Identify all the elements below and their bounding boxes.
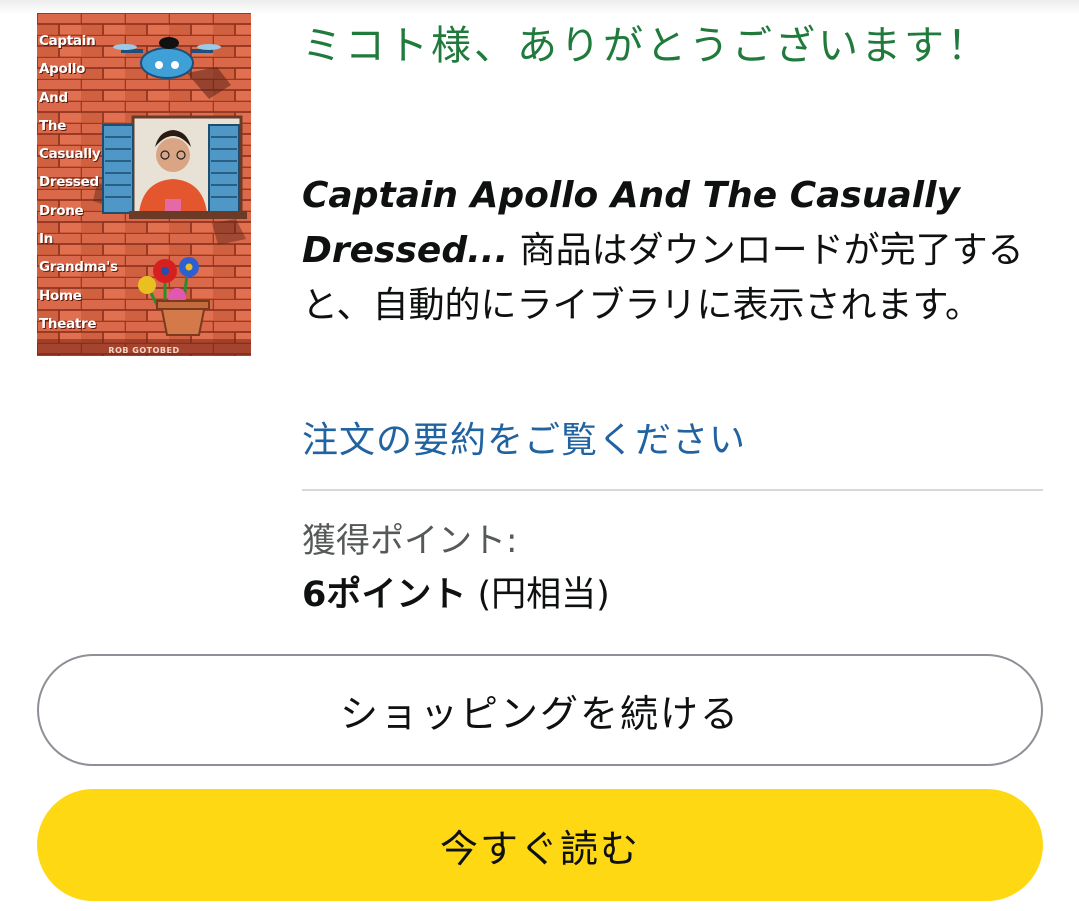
points-earned-value: 6ポイント (円相当): [302, 570, 610, 620]
read-now-label: 今すぐ読む: [439, 826, 640, 871]
cover-title-line: Grandma's: [39, 259, 118, 276]
cover-title-line: Casually: [39, 146, 101, 163]
cover-author: ROB GOTOBED: [108, 346, 180, 355]
book-cover-image[interactable]: Captain Apollo And The Casually Dressed …: [37, 13, 251, 356]
window-drawing: [102, 115, 247, 219]
section-divider: [302, 489, 1043, 491]
continue-shopping-label: ショッピングを続ける: [339, 691, 740, 736]
cover-title-line: In: [39, 231, 54, 248]
thank-you-heading: ミコト様、ありがとうございます！: [302, 23, 990, 69]
cover-title-line: Home: [39, 287, 82, 304]
cover-title-line: Dressed: [39, 174, 99, 191]
cover-title-lines: Captain Apollo And The Casually Dressed …: [39, 27, 118, 338]
points-earned-label: 獲得ポイント:: [302, 521, 518, 561]
delivery-message: Captain Apollo And The Casually Dressed.…: [302, 168, 1032, 333]
continue-shopping-button[interactable]: ショッピングを続ける: [37, 654, 1043, 766]
order-confirmation-screen: Captain Apollo And The Casually Dressed …: [0, 0, 1079, 911]
cover-title-line: And: [39, 89, 68, 106]
cover-title-line: Drone: [39, 202, 84, 219]
cover-title-line: Theatre: [39, 315, 97, 332]
order-summary-link[interactable]: 注文の要約をご覧ください: [302, 416, 746, 466]
cover-title-line: Apollo: [39, 61, 86, 78]
top-shadow: [0, 0, 1079, 14]
points-amount: 6ポイント: [302, 575, 467, 615]
cover-title-line: The: [39, 117, 67, 134]
read-now-button[interactable]: 今すぐ読む: [37, 789, 1043, 901]
cover-title-line: Captain: [39, 33, 96, 49]
points-yen-note: (円相当): [466, 575, 610, 615]
